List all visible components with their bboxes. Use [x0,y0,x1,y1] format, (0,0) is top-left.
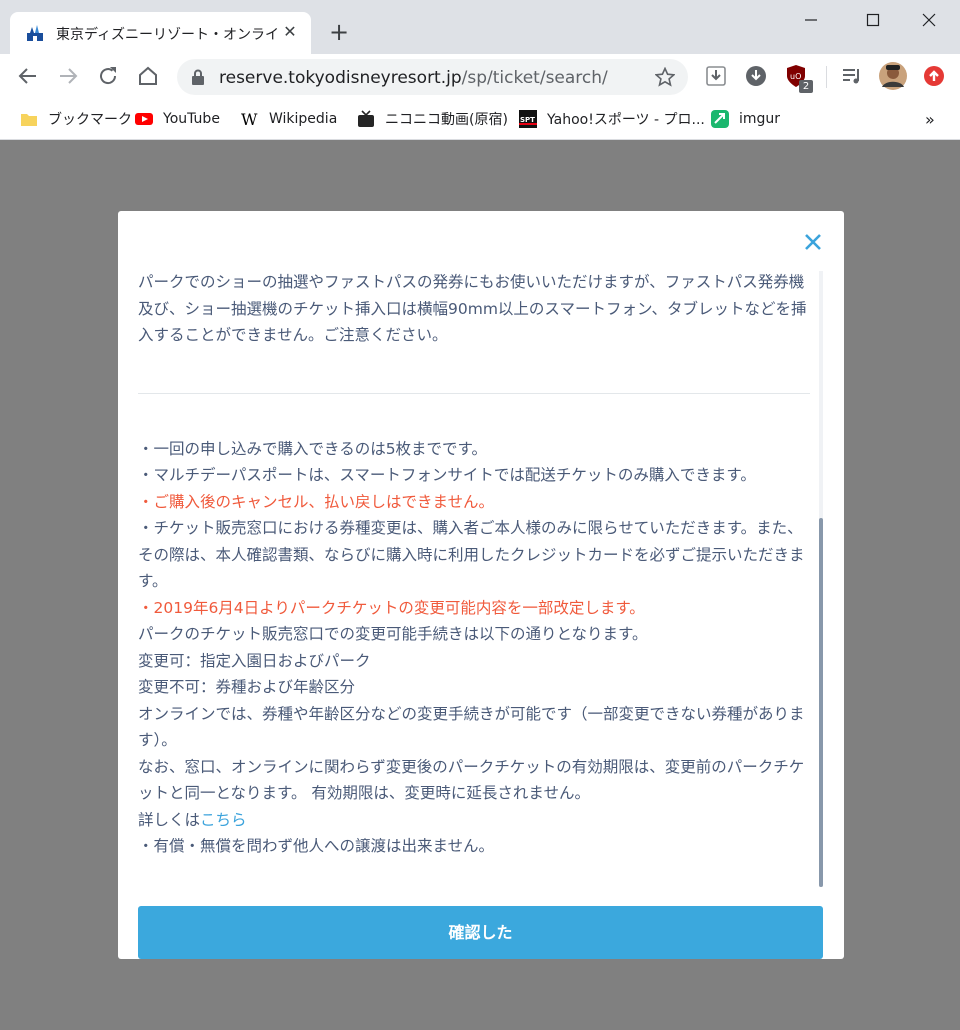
disney-castle-icon [27,25,43,41]
url-host: reserve.tokyodisneyresort.jp [219,68,462,88]
bookmark-label: imgur [739,111,781,127]
bookmark-imgur[interactable]: imgur [711,108,780,130]
note-changeable: 変更可：指定入園日およびパーク [138,651,371,670]
toolbar: reserve.tokyodisneyresort.jp/sp/ticket/s… [0,54,960,100]
toolbar-divider [826,66,827,88]
bookmark-yahoo-sports[interactable]: SPT Yahoo!スポーツ - プロ... [519,108,705,130]
url-path: /sp/ticket/search/ [461,68,608,88]
tab-close-icon[interactable]: ✕ [280,22,300,42]
bookmark-label: ブックマーク [48,112,132,128]
bookmark-label: Yahoo!スポーツ - プロ... [547,112,705,128]
note-ticket-change: ・チケット販売窓口における券種変更は、購入者ご本人様のみに限らせていただきます。… [138,519,805,590]
svg-text:W: W [241,110,258,128]
new-tab-button[interactable]: + [326,20,352,46]
note-purchase-limit: ・一回の申し込みで購入できるのは5枚までです。 [138,439,488,458]
download-icon[interactable] [744,64,768,88]
active-tab[interactable]: 東京ディズニーリゾート・オンライン予約 ✕ [10,12,311,54]
note-validity: なお、窓口、オンラインに関わらず変更後のパークチケットの有効期限は、変更前のパー… [138,757,805,803]
bookmark-label: ニコニコ動画(原宿) [385,112,508,128]
bookmark-label: Wikipedia [269,111,338,127]
bookmark-wikipedia[interactable]: W Wikipedia [241,108,337,130]
window-close-icon[interactable] [914,8,944,32]
tab-title: 東京ディズニーリゾート・オンライン予約 [56,27,278,43]
maximize-icon[interactable] [858,8,888,32]
profile-avatar[interactable] [879,62,907,90]
scrollbar-thumb[interactable] [819,518,823,887]
details-link[interactable]: こちら [200,811,247,829]
details-line: 詳しくはこちら [138,807,810,834]
bookmark-label: YouTube [163,111,220,127]
bookmark-folder[interactable]: ブックマーク [20,108,132,130]
wikipedia-icon: W [241,110,258,128]
minimize-icon[interactable] [796,8,826,32]
bookmark-star-icon[interactable] [655,67,675,87]
browser-chrome: 東京ディズニーリゾート・オンライン予約 ✕ + reserve.tokyodis… [0,0,960,140]
address-bar[interactable]: reserve.tokyodisneyresort.jp/sp/ticket/s… [177,59,688,95]
imgur-icon [711,110,729,128]
media-control-icon[interactable] [840,64,864,88]
forward-icon[interactable] [56,64,80,88]
note-change-procedures: パークのチケット販売窓口での変更可能手続きは以下の通りとなります。 [138,625,648,643]
home-icon[interactable] [136,64,160,88]
ublock-badge: 2 [799,80,813,93]
update-icon[interactable] [922,64,946,88]
more-bookmarks-button[interactable]: » [925,108,935,130]
bookmarks-bar: ブックマーク YouTube W Wikipedia ニコニコ動画(原宿) SP… [0,100,960,140]
folder-icon [21,114,37,126]
bookmark-niconico[interactable]: ニコニコ動画(原宿) [357,108,508,130]
note-multiday: ・マルチデーパスポートは、スマートフォンサイトでは配送チケットのみ購入できます。 [138,466,756,484]
back-icon[interactable] [16,64,40,88]
url-text[interactable]: reserve.tokyodisneyresort.jp/sp/ticket/s… [219,68,608,88]
details-prefix: 詳しくは [138,810,201,829]
note-not-changeable: 変更不可：券種および年齢区分 [138,678,356,696]
yahoo-sports-icon: SPT [519,110,537,128]
note-no-transfer: ・有償・無償を問わず他人への譲渡は出来ません。 [138,837,495,855]
note-no-refund: ・ご購入後のキャンセル、払い戻しはできません。 [138,492,495,511]
lock-icon [192,69,204,85]
note-online-change: オンラインでは、券種や年齢区分などの変更手続きが可能です（一部変更できない券種が… [138,704,805,750]
svg-text:SPT: SPT [520,116,535,124]
bookmark-youtube[interactable]: YouTube [135,108,220,130]
modal-content: パークでのショーの抽選やファストパスの発券にもお使いいただけますが、ファストパス… [138,269,810,860]
intro-text: パークでのショーの抽選やファストパスの発券にもお使いいただけますが、ファストパス… [138,273,807,344]
confirm-button[interactable]: 確認した [138,906,823,959]
notice-modal: パークでのショーの抽選やファストパスの発券にもお使いいただけますが、ファストパス… [118,211,844,959]
reload-icon[interactable] [96,64,120,88]
modal-close-icon[interactable] [802,231,824,253]
note-revision: ・2019年6月4日よりパークチケットの変更可能内容を一部改定します。 [138,598,645,617]
tab-strip: 東京ディズニーリゾート・オンライン予約 ✕ + [0,0,960,54]
youtube-icon [135,113,153,125]
more-bookmarks-label: » [925,109,935,129]
niconico-icon [358,110,374,127]
download-tray-icon[interactable] [704,64,728,88]
section-divider [138,392,810,394]
